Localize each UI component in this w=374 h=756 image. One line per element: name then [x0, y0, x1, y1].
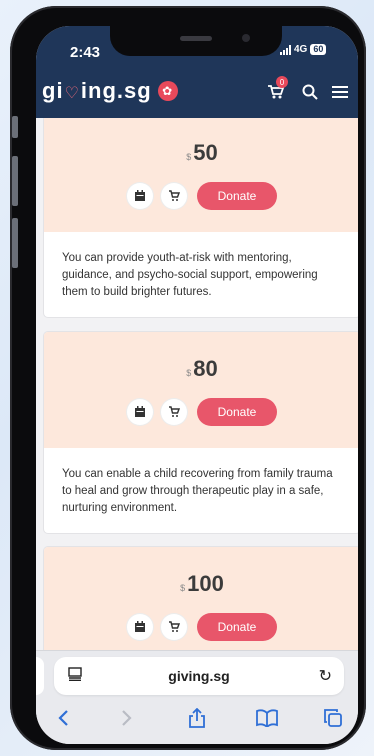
calendar-icon — [135, 190, 145, 201]
logo-heart-icon: ♡ — [64, 85, 80, 102]
amount-value: 100 — [187, 571, 224, 596]
donation-card-header: $80 Donate — [44, 332, 358, 448]
menu-button[interactable] — [330, 82, 350, 102]
back-button[interactable] — [48, 703, 78, 733]
add-to-cart-button[interactable] — [161, 183, 187, 209]
battery-icon: 60 — [310, 44, 327, 55]
amount-value: 80 — [193, 356, 218, 381]
previous-tab-preview[interactable] — [36, 657, 44, 695]
address-bar[interactable]: giving.sg ↻ — [54, 657, 344, 695]
cart-button[interactable]: 0 — [266, 76, 288, 102]
donation-card-header: $100 Donate — [44, 547, 358, 650]
donation-actions: Donate — [44, 613, 358, 641]
reload-icon[interactable]: ↻ — [319, 666, 332, 686]
status-indicators: 4G 60 — [280, 44, 327, 55]
cart-icon — [169, 621, 180, 632]
book-icon — [256, 709, 278, 727]
donation-description: You can enable a child recovering from f… — [62, 468, 333, 514]
add-to-cart-button[interactable] — [161, 399, 187, 425]
currency-symbol: $ — [186, 368, 192, 378]
cart-icon — [169, 190, 180, 201]
camera — [242, 34, 250, 42]
forward-button[interactable] — [112, 703, 142, 733]
currency-symbol: $ — [180, 583, 186, 593]
donate-button[interactable]: Donate — [197, 182, 277, 210]
notch — [110, 26, 282, 56]
cart-count-badge: 0 — [276, 76, 288, 88]
chevron-left-icon — [58, 710, 68, 726]
donation-card: $50 Donate You can provide youth-at-risk… — [44, 118, 358, 317]
side-button-volume-up — [12, 156, 18, 206]
donation-description: You can provide youth-at-risk with mento… — [62, 252, 318, 298]
calendar-icon — [135, 621, 145, 632]
calendar-button[interactable] — [127, 399, 153, 425]
logo-text: gi♡ing.sg — [42, 78, 152, 103]
donation-actions: Donate — [44, 182, 358, 210]
status-time: 2:43 — [70, 44, 101, 61]
donation-card: $80 Donate You can enable a child recove… — [44, 332, 358, 533]
cart-icon — [169, 406, 180, 417]
site-logo[interactable]: gi♡ing.sg ✿ — [42, 78, 178, 104]
amount-value: 50 — [193, 140, 218, 165]
share-icon — [189, 708, 205, 728]
logo-badge-icon: ✿ — [157, 81, 178, 101]
hamburger-menu-icon — [332, 86, 348, 98]
side-button-mute — [12, 116, 18, 138]
speaker — [180, 36, 212, 41]
network-label: 4G — [294, 44, 308, 55]
search-button[interactable] — [300, 82, 320, 102]
calendar-icon — [135, 406, 145, 417]
phone-frame: 2:43 4G 60 gi♡ing.sg ✿ 0 $50 Donate You … — [10, 6, 366, 750]
calendar-button[interactable] — [127, 614, 153, 640]
side-button-volume-down — [12, 218, 18, 268]
site-header: gi♡ing.sg ✿ 0 — [36, 66, 358, 118]
donation-actions: Donate — [44, 398, 358, 426]
bookmarks-button[interactable] — [252, 703, 282, 733]
donation-amount: $50 — [44, 140, 358, 166]
url-text: giving.sg — [168, 668, 230, 684]
currency-symbol: $ — [186, 152, 192, 162]
tabs-icon — [324, 709, 342, 727]
donate-button[interactable]: Donate — [197, 613, 277, 641]
signal-icon — [280, 44, 291, 55]
add-to-cart-button[interactable] — [161, 614, 187, 640]
share-button[interactable] — [182, 703, 212, 733]
browser-nav — [36, 703, 358, 737]
calendar-button[interactable] — [127, 183, 153, 209]
donation-amount: $80 — [44, 356, 358, 382]
page-content: $50 Donate You can provide youth-at-risk… — [36, 118, 358, 650]
donation-card: $100 Donate — [44, 547, 358, 650]
search-icon — [302, 84, 318, 100]
browser-toolbar: giving.sg ↻ — [36, 650, 358, 744]
donation-card-header: $50 Donate — [44, 118, 358, 232]
tabs-button[interactable] — [318, 703, 348, 733]
status-bar: 2:43 4G 60 — [36, 26, 358, 66]
chevron-right-icon — [122, 710, 132, 726]
donation-amount: $100 — [44, 571, 358, 597]
phone-screen: 2:43 4G 60 gi♡ing.sg ✿ 0 $50 Donate You … — [36, 26, 358, 744]
donate-button[interactable]: Donate — [197, 398, 277, 426]
